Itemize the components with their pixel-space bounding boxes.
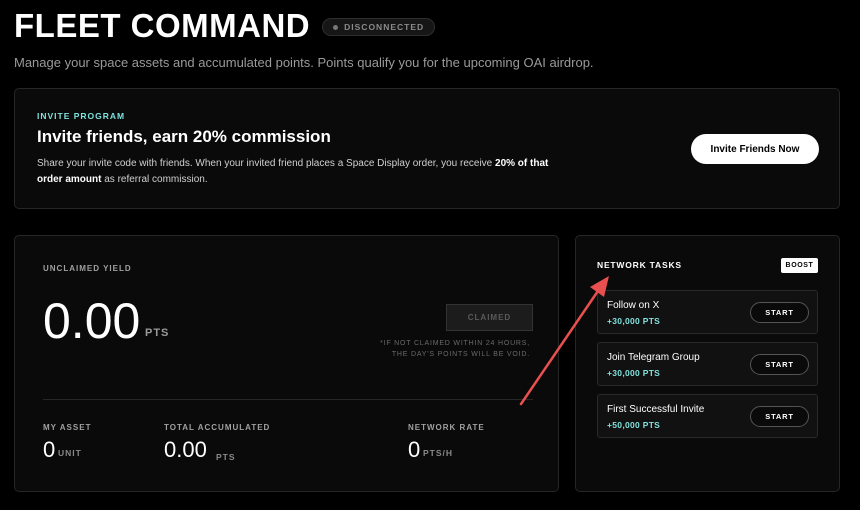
network-rate-value: 0 (408, 437, 421, 462)
status-dot-icon (333, 24, 339, 30)
connection-status-badge: DISCONNECTED (322, 18, 436, 36)
unclaimed-yield-unit: PTS (145, 327, 170, 339)
task-row-first-invite: First Successful Invite +50,000 PTS STAR… (597, 394, 818, 438)
task-name: Join Telegram Group (607, 352, 700, 363)
invite-description: Share your invite code with friends. Whe… (37, 156, 567, 188)
unclaimed-yield-value: 0.00 (43, 293, 141, 349)
network-rate-unit: PTS/H (423, 448, 454, 458)
network-rate-label: NETWORK RATE (408, 423, 485, 432)
total-accumulated-unit: PTS (216, 452, 236, 462)
total-accumulated-label: TOTAL ACCUMULATED (164, 423, 271, 432)
divider (43, 399, 533, 400)
claim-note-line: *IF NOT CLAIMED WITHIN 24 HOURS, (380, 340, 530, 347)
my-asset-unit: UNIT (58, 448, 82, 458)
invite-eyebrow: INVITE PROGRAM (37, 111, 126, 121)
task-points: +30,000 PTS (607, 316, 661, 326)
task-row-join-telegram: Join Telegram Group +30,000 PTS START (597, 342, 818, 386)
invite-friends-button[interactable]: Invite Friends Now (691, 134, 819, 164)
invite-program-card: INVITE PROGRAM Invite friends, earn 20% … (14, 88, 840, 209)
my-asset-label: MY ASSET (43, 423, 92, 432)
task-points: +50,000 PTS (607, 420, 661, 430)
network-tasks-title: NETWORK TASKS (597, 260, 682, 270)
task-points: +30,000 PTS (607, 368, 661, 378)
my-asset-value: 0 (43, 437, 56, 462)
start-follow-x-button[interactable]: START (750, 302, 809, 323)
start-join-telegram-button[interactable]: START (750, 354, 809, 375)
claim-note-line: THE DAY'S POINTS WILL BE VOID. (391, 351, 530, 358)
invite-desc-tail: as referral commission. (101, 174, 208, 185)
start-first-invite-button[interactable]: START (750, 406, 809, 427)
invite-heading: Invite friends, earn 20% commission (37, 127, 331, 146)
task-name: First Successful Invite (607, 404, 705, 415)
task-name: Follow on X (607, 300, 660, 311)
network-tasks-card: NETWORK TASKS BOOST Follow on X +30,000 … (575, 235, 840, 492)
claim-button[interactable]: CLAIMED (446, 304, 533, 331)
page-title: FLEET COMMAND (14, 7, 311, 44)
boost-badge: BOOST (781, 258, 818, 273)
invite-desc-text: Share your invite code with friends. Whe… (37, 158, 496, 169)
page-subtitle: Manage your space assets and accumulated… (14, 55, 594, 70)
claim-expiry-note: *IF NOT CLAIMED WITHIN 24 HOURS, THE DAY… (340, 338, 530, 360)
task-row-follow-x: Follow on X +30,000 PTS START (597, 290, 818, 334)
total-accumulated-value: 0.00 (164, 437, 207, 462)
page-header: FLEET COMMAND DISCONNECTED (14, 6, 436, 46)
unclaimed-yield-label: UNCLAIMED YIELD (43, 264, 132, 273)
connection-status-label: DISCONNECTED (344, 22, 425, 32)
unclaimed-yield-card: UNCLAIMED YIELD 0.00 PTS CLAIMED *IF NOT… (14, 235, 559, 492)
